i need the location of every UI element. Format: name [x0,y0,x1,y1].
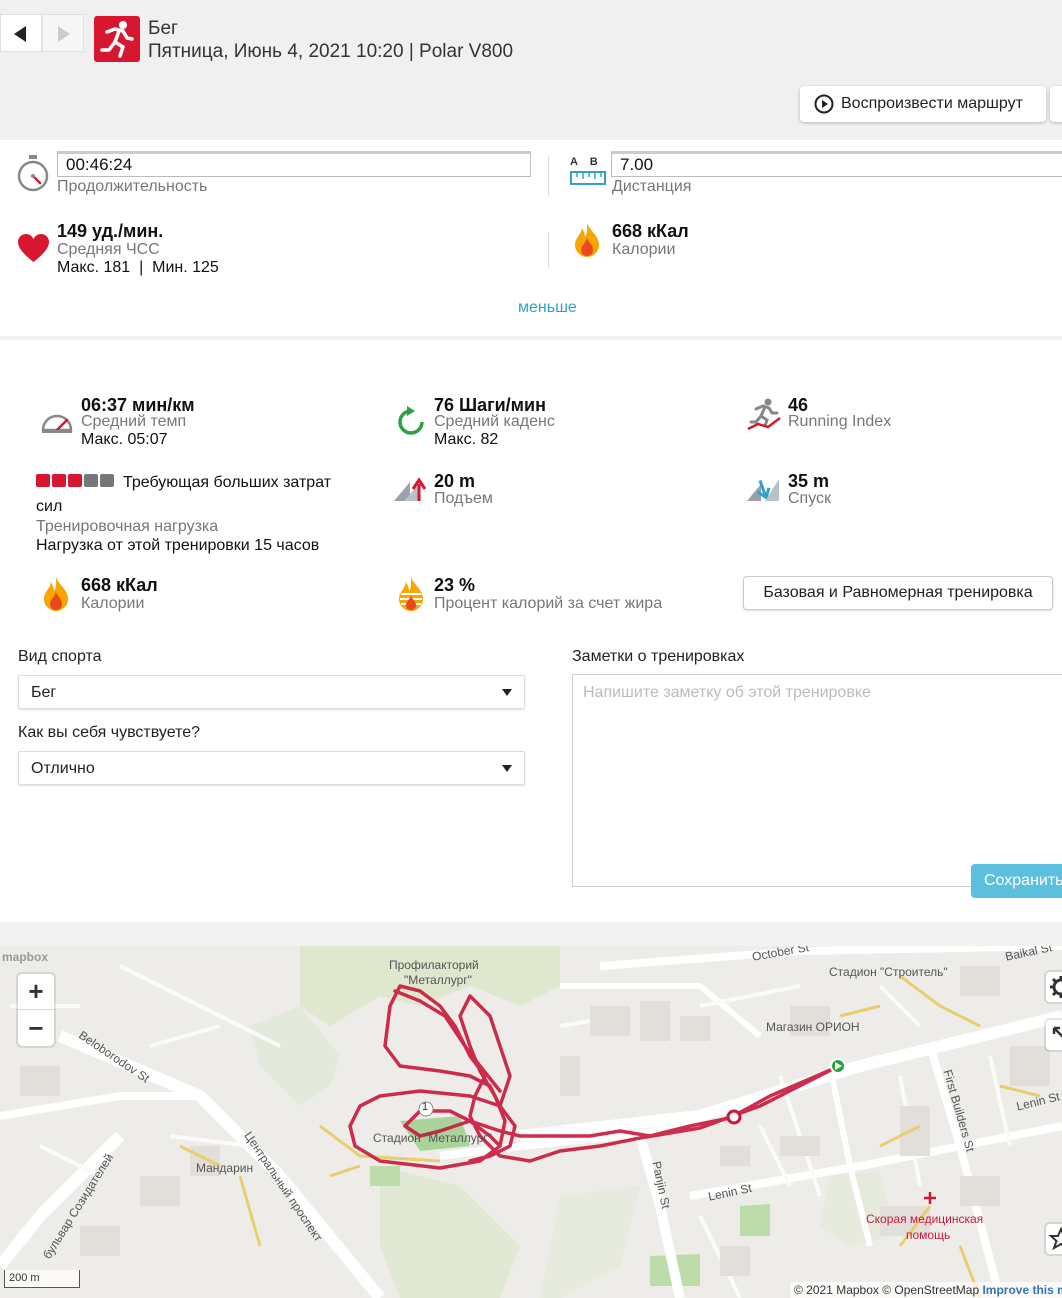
map-settings-button[interactable] [1046,972,1062,1002]
descent-icon [747,479,779,501]
descent-label: Спуск [788,490,832,507]
distance-field[interactable]: 7.00 [611,151,1062,177]
zoom-out-button[interactable]: − [18,1010,54,1046]
distance-icon: A B [570,156,608,192]
map-label-stadium-builder: Стадион "Строитель" [829,965,948,979]
feeling-select[interactable]: Отлично [18,751,525,785]
training-benefit-button[interactable]: Базовая и Равномерная тренировка [743,576,1053,610]
notes-textarea[interactable]: Напишите заметку об этой тренировке [572,674,1062,887]
chevron-right-icon [58,26,70,42]
distance-icon-text: A B [570,156,598,168]
mapbox-logo: mapbox [2,950,49,964]
duration-label: Продолжительность [57,178,208,195]
improve-map-link[interactable]: Improve this map [982,1283,1062,1297]
play-circle-icon [814,94,834,114]
forward-button[interactable] [42,14,84,52]
dropdown-arrow-icon [502,689,512,696]
map-label-stadium-metallurg: Стадион "Металлург" [373,1131,492,1145]
map-scale: 200 m [4,1270,80,1288]
lap-marker[interactable]: 1 [422,1101,428,1113]
hr-minmax: Макс. 181 | Мин. 125 [57,259,219,276]
map-label-profilaktory-name: "Металлург" [404,973,472,987]
flame-icon [575,223,599,257]
fat-percent-label: Процент калорий за счет жира [434,595,663,612]
running-index-icon [747,398,781,431]
star-icon [1048,1226,1062,1251]
expand-icon [1052,1026,1062,1044]
training-load-recovery: Нагрузка от этой тренировки 15 часов [36,537,320,554]
map-attribution: © 2021 Mapbox © OpenStreetMap Improve th… [790,1282,1062,1298]
map-label-profilaktory: Профилакторий [389,958,479,972]
cadence-icon [398,406,424,435]
running-sport-icon [94,16,140,62]
ruler-icon [570,171,606,185]
descent-value: 35 m [788,471,830,491]
duration-field[interactable]: 00:46:24 [57,151,531,177]
load-bar-empty [100,474,114,487]
save-button[interactable]: Сохранить [971,864,1062,898]
more-button[interactable] [1050,86,1062,122]
map-label-ambulance: Скорая медицинская [866,1212,984,1226]
activity-date-device: Пятница, Июнь 4, 2021 10:20 | Polar V800 [148,41,514,62]
back-button[interactable] [0,14,42,52]
zoom-control: + − [18,974,54,1046]
training-load-title-cont: сил [36,498,63,515]
sport-title: Бег [148,18,178,39]
chevron-left-icon [14,26,26,42]
training-load-title: Требующая больших затрат [123,474,332,491]
replay-route-button[interactable]: Воспроизвести маршрут [800,86,1046,122]
sport-type-value: Бег [31,684,57,701]
stopwatch-icon [17,155,49,192]
avg-cadence-label: Средний каденс [434,413,555,430]
heart-icon [18,234,49,262]
avg-hr-value: 149 уд./мин. [57,221,164,241]
summary-calories-value: 668 кКал [612,221,689,241]
running-index-label: Running Index [788,413,892,430]
divider [548,232,549,268]
map-canvas [0,946,1062,1298]
summary-calories-label: Калории [612,241,676,258]
speedometer-icon [41,414,73,433]
zoom-in-button[interactable]: + [18,974,54,1010]
attribution-text[interactable]: © 2021 Mapbox © OpenStreetMap [794,1283,979,1297]
flame-icon [44,577,68,611]
fat-percent-value: 23 % [434,575,476,595]
fullscreen-button[interactable] [1046,1020,1062,1050]
max-pace: Макс. 05:07 [81,431,168,448]
divider [548,156,549,196]
avg-pace-label: Средний темп [81,413,187,430]
distance-label: Дистанция [612,178,692,195]
fat-burn-flame-icon [399,577,423,611]
max-cadence: Макс. 82 [434,431,499,448]
show-less-link[interactable]: меньше [518,299,577,317]
load-bar-filled [68,474,82,487]
avg-hr-label: Средняя ЧСС [57,241,160,258]
load-bar-empty [84,474,98,487]
calories-value: 668 кКал [81,575,158,595]
notes-label: Заметки о тренировках [572,648,745,665]
ascent-icon [394,477,427,501]
map-label-shop-orion: Магазин ОРИОН [766,1020,860,1034]
load-bar-filled [36,474,50,487]
route-map[interactable]: mapbox + − Профилакторий "Металлург" Ста… [0,946,1062,1298]
calories-label: Калории [81,595,145,612]
sport-type-select[interactable]: Бег [18,675,525,709]
training-load-label: Тренировочная нагрузка [36,518,219,535]
feeling-value: Отлично [31,760,95,777]
section-separator [0,922,1062,946]
replay-route-label: Воспроизвести маршрут [841,95,1023,112]
sport-type-label: Вид спорта [18,648,102,665]
load-bar-filled [52,474,66,487]
training-load-bars [36,474,114,487]
map-label-mandarin: Мандарин [196,1161,254,1175]
favorite-route-button[interactable] [1046,1224,1062,1254]
ascent-value: 20 m [434,471,476,491]
ascent-label: Подъем [434,490,493,507]
dropdown-arrow-icon [502,765,512,772]
gear-icon [1050,976,1062,998]
section-separator [0,336,1062,340]
feeling-label: Как вы себя чувствуете? [18,724,201,741]
activity-header: Бег Пятница, Июнь 4, 2021 10:20 | Polar … [0,0,1062,140]
map-label-ambulance-cont: помощь [906,1228,951,1242]
